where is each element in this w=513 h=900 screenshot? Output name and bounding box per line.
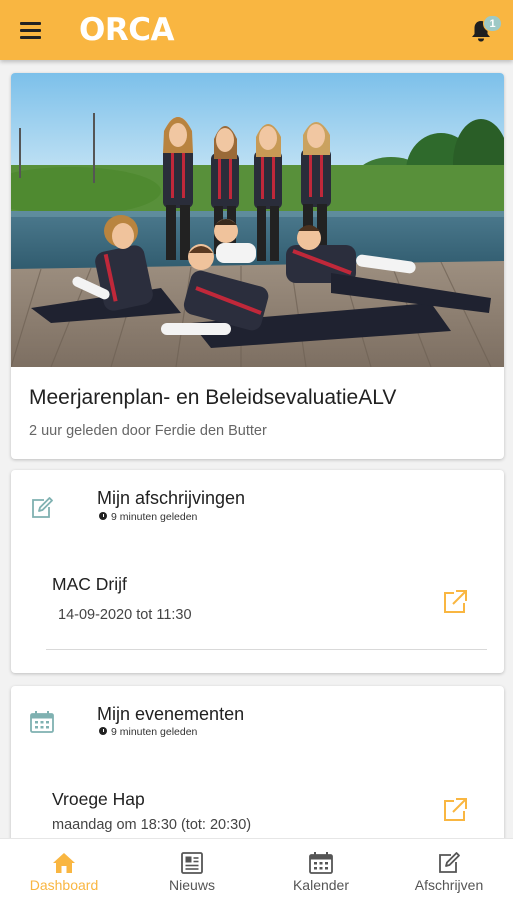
notification-badge: 1 <box>483 15 502 32</box>
section-timestamp: 9 minuten geleden <box>99 511 197 523</box>
section-title: Mijn afschrijvingen <box>97 488 246 508</box>
evenementen-card: Mijn evenementen 9 minuten geleden Vroeg… <box>11 686 504 846</box>
news-photo <box>11 73 504 367</box>
bottom-navigation: Dashboard Nieuws Kalender Afschrijven <box>0 838 513 900</box>
booking-title: MAC Drijf <box>52 574 127 594</box>
external-link-icon <box>444 798 467 821</box>
nav-label: Dashboard <box>29 877 99 893</box>
nav-afschrijven[interactable]: Afschrijven <box>385 839 513 900</box>
app-logo: ORCA <box>79 12 174 48</box>
app-bar: ORCA 1 <box>0 0 513 60</box>
calendar-icon <box>29 710 55 734</box>
edit-icon <box>29 496 55 520</box>
clock-icon <box>99 727 107 735</box>
nav-kalender[interactable]: Kalender <box>257 839 385 900</box>
afschrijvingen-card: Mijn afschrijvingen 9 minuten geleden MA… <box>11 470 504 673</box>
home-icon <box>51 851 77 875</box>
section-title: Mijn evenementen <box>97 704 245 724</box>
news-title: Meerjarenplan- en BeleidsevaluatieALV <box>29 386 397 409</box>
divider <box>46 649 487 650</box>
nav-label: Afschrijven <box>414 877 484 893</box>
nav-dashboard[interactable]: Dashboard <box>0 839 128 900</box>
external-link-icon <box>444 590 467 613</box>
notifications-button[interactable]: 1 <box>468 14 506 48</box>
news-card[interactable]: Meerjarenplan- en BeleidsevaluatieALV 2 … <box>11 73 504 459</box>
menu-icon[interactable] <box>17 17 45 43</box>
calendar-icon <box>308 851 334 875</box>
nav-nieuws[interactable]: Nieuws <box>128 839 256 900</box>
clock-icon <box>99 512 107 520</box>
section-time-text: 9 minuten geleden <box>111 511 198 523</box>
open-booking-link[interactable] <box>441 588 469 616</box>
edit-icon <box>436 851 462 875</box>
news-meta: 2 uur geleden door Ferdie den Butter <box>29 423 267 439</box>
nav-label: Kalender <box>292 877 350 893</box>
nav-label: Nieuws <box>169 877 215 893</box>
newspaper-icon <box>179 851 205 875</box>
open-event-link[interactable] <box>441 796 469 824</box>
event-time: maandag om 18:30 (tot: 20:30) <box>52 817 252 833</box>
event-title: Vroege Hap <box>52 789 145 809</box>
section-timestamp: 9 minuten geleden <box>99 726 197 738</box>
booking-time: 14-09-2020 tot 11:30 <box>58 607 192 623</box>
section-time-text: 9 minuten geleden <box>111 726 198 738</box>
